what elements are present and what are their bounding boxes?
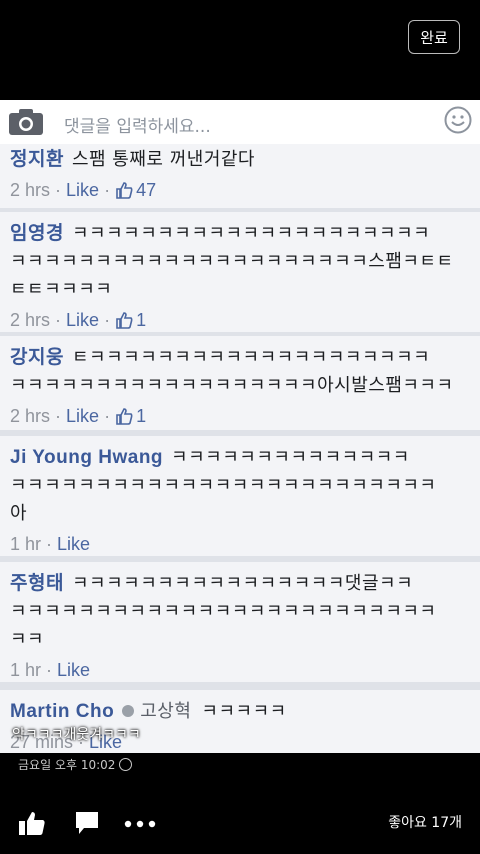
thumbs-up-icon [116, 312, 133, 329]
comment-author[interactable]: 강지웅 [10, 347, 64, 368]
like-count: 1 [136, 310, 147, 330]
thumbs-up-icon[interactable] [18, 810, 46, 836]
thumbs-up-icon [116, 408, 133, 425]
top-bar: 완료 [0, 0, 480, 100]
comment-author[interactable]: Martin Cho [10, 701, 114, 722]
comment-meta: 2 hrs · Like · 47 [10, 180, 157, 200]
comment-item: 임영경 ㅋㅋㅋㅋㅋㅋㅋㅋㅋㅋㅋㅋㅋㅋㅋㅋㅋㅋㅋㅋㅋ ㅋㅋㅋㅋㅋㅋㅋㅋㅋㅋㅋㅋㅋㅋㅋ… [0, 212, 480, 332]
comment-text: 정지환 스팸 통째로 꺼낸거같다 [10, 149, 255, 170]
comment-item: 주형태 ㅋㅋㅋㅋㅋㅋㅋㅋㅋㅋㅋㅋㅋㅋㅋㅋ댓글ㅋㅋ ㅋㅋㅋㅋㅋㅋㅋㅋㅋㅋㅋㅋㅋㅋㅋㅋ… [0, 562, 480, 682]
camera-icon[interactable] [8, 108, 44, 136]
like-link[interactable]: Like [66, 310, 99, 330]
more-icon[interactable] [124, 820, 156, 828]
comment-input[interactable]: 댓글을 입력하세요... [64, 112, 211, 137]
comment-author[interactable]: 임영경 [10, 223, 64, 244]
comment-icon[interactable] [74, 810, 100, 836]
thumbs-up-icon [116, 182, 133, 199]
comment-composer: 댓글을 입력하세요... [0, 100, 480, 145]
comment-meta: 1 hr · Like [10, 660, 91, 680]
like-link[interactable]: Like [57, 534, 90, 554]
comment-item: 강지웅 ㅌㅋㅋㅋㅋㅋㅋㅋㅋㅋㅋㅋㅋㅋㅋㅋㅋㅋㅋㅋㅋ ㅋㅋㅋㅋㅋㅋㅋㅋㅋㅋㅋㅋㅋㅋㅋ… [0, 336, 480, 430]
tag-icon [122, 705, 135, 717]
comment-item: Ji Young Hwang ㅋㅋㅋㅋㅋㅋㅋㅋㅋㅋㅋㅋㅋㅋ ㅋㅋㅋㅋㅋㅋㅋㅋㅋㅋㅋ… [0, 436, 480, 556]
like-count: 47 [136, 180, 157, 200]
like-link[interactable]: Like [57, 660, 90, 680]
like-link[interactable]: Like [66, 406, 99, 426]
comment-meta: 2 hrs · Like · 1 [10, 310, 147, 330]
bottom-action-bar: 좋아요 17개 [0, 790, 480, 854]
like-link[interactable]: Like [66, 180, 99, 200]
comment-author[interactable]: Ji Young Hwang [10, 447, 163, 468]
photo-caption: 악ㅋㅋㅋ개웃겨ㅋㅋㅋ [12, 727, 141, 743]
smiley-icon[interactable] [444, 106, 472, 134]
comment-author[interactable]: 정지환 [10, 149, 64, 170]
like-count: 1 [136, 406, 147, 426]
comment-meta: 1 hr · Like [10, 534, 91, 554]
globe-icon [119, 758, 133, 771]
post-date: 금요일 오후 10:02 [18, 756, 133, 773]
comment-meta: 2 hrs · Like · 1 [10, 406, 147, 426]
screenshot-photo: 댓글을 입력하세요... 정지환 스팸 통째로 꺼낸거같다 2 hrs · Like ·… [0, 100, 480, 753]
tagged-name[interactable]: 고상혁 [140, 701, 191, 722]
done-button[interactable]: 완료 [408, 20, 460, 54]
likes-count[interactable]: 좋아요 17개 [388, 812, 462, 832]
comment-item: 정지환 스팸 통째로 꺼낸거같다 2 hrs · Like · 47 [0, 144, 480, 208]
comment-author[interactable]: 주형태 [10, 573, 64, 594]
